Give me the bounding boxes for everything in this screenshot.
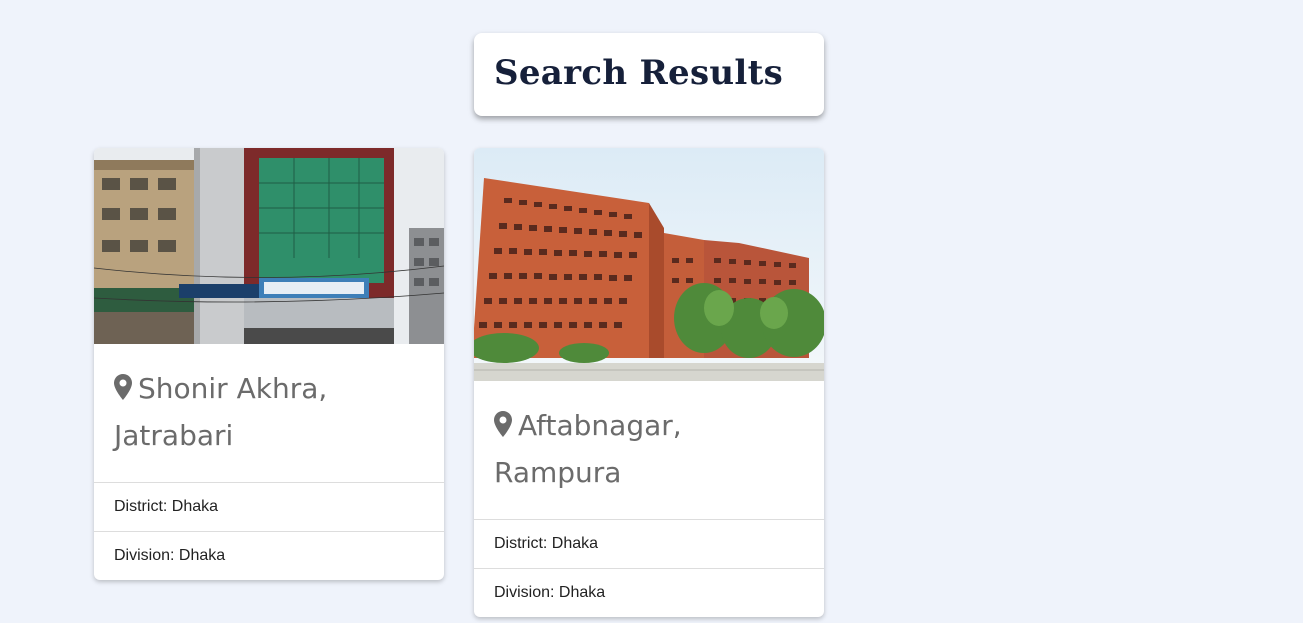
search-results-header: Search Results — [474, 33, 824, 116]
search-results-page: Search Results Shonir Akhra, Jatrabari D… — [0, 0, 1303, 623]
location-block: Shonir Akhra, Jatrabari — [94, 344, 444, 482]
division-label: Division: Dhaka — [494, 584, 606, 601]
district-label: District: Dhaka — [114, 498, 219, 515]
map-pin-icon — [494, 405, 512, 450]
division-row: Division: Dhaka — [94, 531, 444, 580]
map-pin-icon — [114, 368, 132, 413]
location-line1: Shonir Akhra, — [138, 372, 328, 405]
location-line1: Aftabnagar, — [518, 409, 682, 442]
location-name[interactable]: Aftabnagar, Rampura — [494, 403, 804, 495]
district-row: District: Dhaka — [94, 482, 444, 531]
hospital-photo — [474, 148, 824, 381]
page-title: Search Results — [494, 53, 784, 93]
district-row: District: Dhaka — [474, 519, 824, 568]
location-block: Aftabnagar, Rampura — [474, 381, 824, 519]
location-line2: Rampura — [494, 456, 622, 489]
district-label: District: Dhaka — [494, 535, 599, 552]
location-name[interactable]: Shonir Akhra, Jatrabari — [114, 366, 424, 458]
hospital-photo — [94, 148, 444, 344]
result-card[interactable]: Shonir Akhra, Jatrabari District: Dhaka … — [94, 148, 444, 580]
division-label: Division: Dhaka — [114, 547, 226, 564]
result-card[interactable]: Aftabnagar, Rampura District: Dhaka Divi… — [474, 148, 824, 617]
location-line2: Jatrabari — [114, 419, 234, 452]
division-row: Division: Dhaka — [474, 568, 824, 617]
